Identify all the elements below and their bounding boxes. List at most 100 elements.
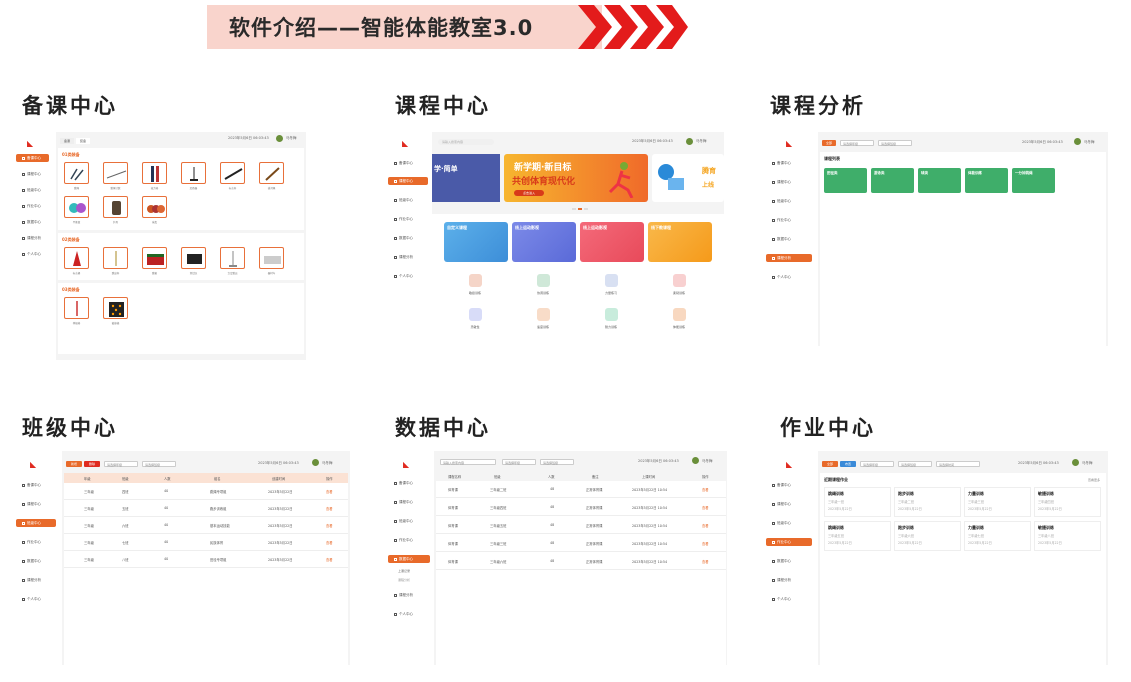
avatar[interactable] (1072, 459, 1079, 466)
sensitivity-icon[interactable] (469, 308, 482, 321)
nav-item-analysis[interactable]: 课程分析 (16, 234, 49, 242)
nav-item-class[interactable]: 班级中心 (388, 196, 428, 204)
table-row[interactable]: 三年级 七班 40 民族体育 2023年5月22日 查看 (64, 534, 348, 551)
nav-item-course[interactable]: 课程中心 (388, 498, 430, 506)
equipment-item[interactable] (103, 162, 128, 184)
table-row[interactable]: 三年级 五班 40 跑步训练组 2023年5月22日 查看 (64, 500, 348, 517)
nav-item-prep[interactable]: 备课中心 (388, 159, 428, 167)
add-button[interactable]: 新增 (66, 461, 82, 467)
nav-item-profile[interactable]: 个人中心 (766, 595, 812, 603)
equipment-item[interactable] (220, 247, 245, 269)
search-input[interactable]: 请输入搜索内容 (438, 139, 494, 145)
nav-item-class[interactable]: 班级中心 (766, 519, 812, 527)
homework-card[interactable]: 跑步训练 三年级六班 2023年5月22日 (894, 521, 961, 551)
assign-button[interactable]: 布置 (840, 461, 856, 467)
nav-item-data[interactable]: 数据中心 (766, 235, 812, 243)
submenu-records[interactable]: 上课记录 (398, 569, 410, 573)
nav-item-profile[interactable]: 个人中心 (16, 250, 49, 258)
all-button[interactable]: 全部 (822, 140, 836, 146)
user-name[interactable]: 马冬梅 (286, 136, 297, 141)
homework-card[interactable]: 敏捷训练 三年级八班 2023年5月22日 (1034, 521, 1101, 551)
equipment-item[interactable] (103, 247, 128, 269)
equipment-item[interactable] (103, 297, 128, 319)
analysis-card[interactable]: 田径类 (824, 168, 867, 193)
search-input[interactable]: 请输入搜索内容 (440, 459, 496, 465)
table-row[interactable]: 三年级 四班 40 跳绳专项组 2023年5月22日 查看 (64, 483, 348, 500)
coordination-icon[interactable] (537, 274, 550, 287)
user-name[interactable]: 马冬梅 (1082, 461, 1093, 466)
nav-item-profile[interactable]: 个人中心 (388, 272, 428, 280)
homework-card[interactable]: 跳绳训练 三年级五班 2023年5月22日 (824, 521, 891, 551)
course-card-online[interactable]: 线上运动影视 (512, 222, 576, 262)
nav-item-analysis[interactable]: 课程分析 (16, 576, 56, 584)
endurance-icon[interactable] (605, 308, 618, 321)
nav-item-data[interactable]: 数据中心 (16, 557, 56, 565)
user-name[interactable]: 马冬梅 (322, 461, 333, 466)
tab-equipment[interactable]: 装备 (76, 138, 90, 144)
nav-item-course[interactable]: 课程中心 (16, 500, 56, 508)
analysis-card[interactable]: 一分钟跳绳 (1012, 168, 1055, 193)
homework-card[interactable]: 力量训练 三年级三班 2023年5月22日 (964, 487, 1031, 517)
nav-item-analysis[interactable]: 课程分析 (766, 576, 812, 584)
avatar[interactable] (312, 459, 319, 466)
equipment-item[interactable] (64, 247, 89, 269)
class-select[interactable]: 请选择班级 (878, 140, 912, 146)
homework-card[interactable]: 力量训练 三年级七班 2023年5月22日 (964, 521, 1031, 551)
nav-item-data[interactable]: 数据中心 (388, 555, 430, 563)
nav-item-prep[interactable]: 备课中心 (766, 481, 812, 489)
analysis-card[interactable]: 游泳类 (871, 168, 914, 193)
grade-select[interactable]: 请选择年级 (840, 140, 874, 146)
strength-icon[interactable] (605, 274, 618, 287)
user-name[interactable]: 马冬梅 (702, 459, 713, 464)
nav-item-analysis[interactable]: 课程分析 (388, 591, 430, 599)
nav-item-analysis[interactable]: 课程分析 (388, 253, 428, 261)
user-name[interactable]: 马冬梅 (1084, 140, 1095, 145)
nav-item-prep[interactable]: 备课中心 (388, 479, 430, 487)
nav-item-class[interactable]: 班级中心 (766, 197, 812, 205)
class-select[interactable]: 请选择班级 (898, 461, 932, 467)
submenu-analysis[interactable]: 课程分析 (398, 578, 410, 582)
view-more-link[interactable]: 查看更多 (1088, 478, 1100, 482)
course-card-online2[interactable]: 线上运动影视 (580, 222, 644, 262)
table-row[interactable]: 体育课 三年级三班 48 正常体育课 2023年5月22日 10:54 查看 (436, 535, 726, 552)
equipment-item[interactable] (259, 162, 284, 184)
tab-prep[interactable]: 备课 (60, 138, 74, 144)
avatar[interactable] (686, 138, 693, 145)
grade-select[interactable]: 请选择年级 (860, 461, 894, 467)
flexibility-icon[interactable] (673, 274, 686, 287)
nav-item-homework[interactable]: 作业中心 (766, 216, 812, 224)
analysis-card[interactable]: 体能训练 (965, 168, 1008, 193)
all-button[interactable]: 全部 (822, 461, 838, 467)
avatar[interactable] (1074, 138, 1081, 145)
delete-button[interactable]: 删除 (84, 461, 100, 467)
equipment-item[interactable] (142, 247, 167, 269)
nav-item-homework[interactable]: 作业中心 (766, 538, 812, 546)
nav-item-course[interactable]: 课程中心 (766, 500, 812, 508)
equipment-item[interactable] (259, 247, 284, 269)
class-select[interactable]: 请选择班级 (540, 459, 574, 465)
homework-card[interactable]: 跑步训练 三年级二班 2023年5月22日 (894, 487, 961, 517)
hero-left-card[interactable]: 学·简单 (432, 154, 500, 202)
nav-item-course[interactable]: 课程中心 (16, 170, 49, 178)
table-row[interactable]: 三年级 八班 40 田径专项组 2023年5月22日 查看 (64, 551, 348, 568)
fitness-icon[interactable] (673, 308, 686, 321)
equipment-item[interactable] (64, 297, 89, 319)
equipment-item[interactable] (64, 196, 89, 218)
nav-item-profile[interactable]: 个人中心 (766, 273, 812, 281)
nav-item-prep[interactable]: 备课中心 (766, 159, 812, 167)
nav-item-profile[interactable]: 个人中心 (16, 595, 56, 603)
nav-item-course[interactable]: 课程中心 (388, 177, 428, 185)
nav-item-class[interactable]: 班级中心 (16, 186, 49, 194)
equipment-item[interactable] (64, 162, 89, 184)
equipment-item[interactable] (220, 162, 245, 184)
avatar[interactable] (276, 135, 283, 142)
hero-right-card[interactable]: 腾育 上线 (652, 154, 724, 202)
nav-item-data[interactable]: 数据中心 (388, 234, 428, 242)
homework-card[interactable]: 敏捷训练 三年级四班 2023年5月22日 (1034, 487, 1101, 517)
time-select[interactable]: 请选择时间 (936, 461, 980, 467)
nav-item-homework[interactable]: 作业中心 (16, 202, 49, 210)
course-card-custom[interactable]: 自定义课程 (444, 222, 508, 262)
nav-item-data[interactable]: 数据中心 (766, 557, 812, 565)
nav-item-homework[interactable]: 作业中心 (388, 215, 428, 223)
table-row[interactable]: 体育课 三年级五班 48 正常体育课 2023年5月22日 10:54 查看 (436, 517, 726, 534)
